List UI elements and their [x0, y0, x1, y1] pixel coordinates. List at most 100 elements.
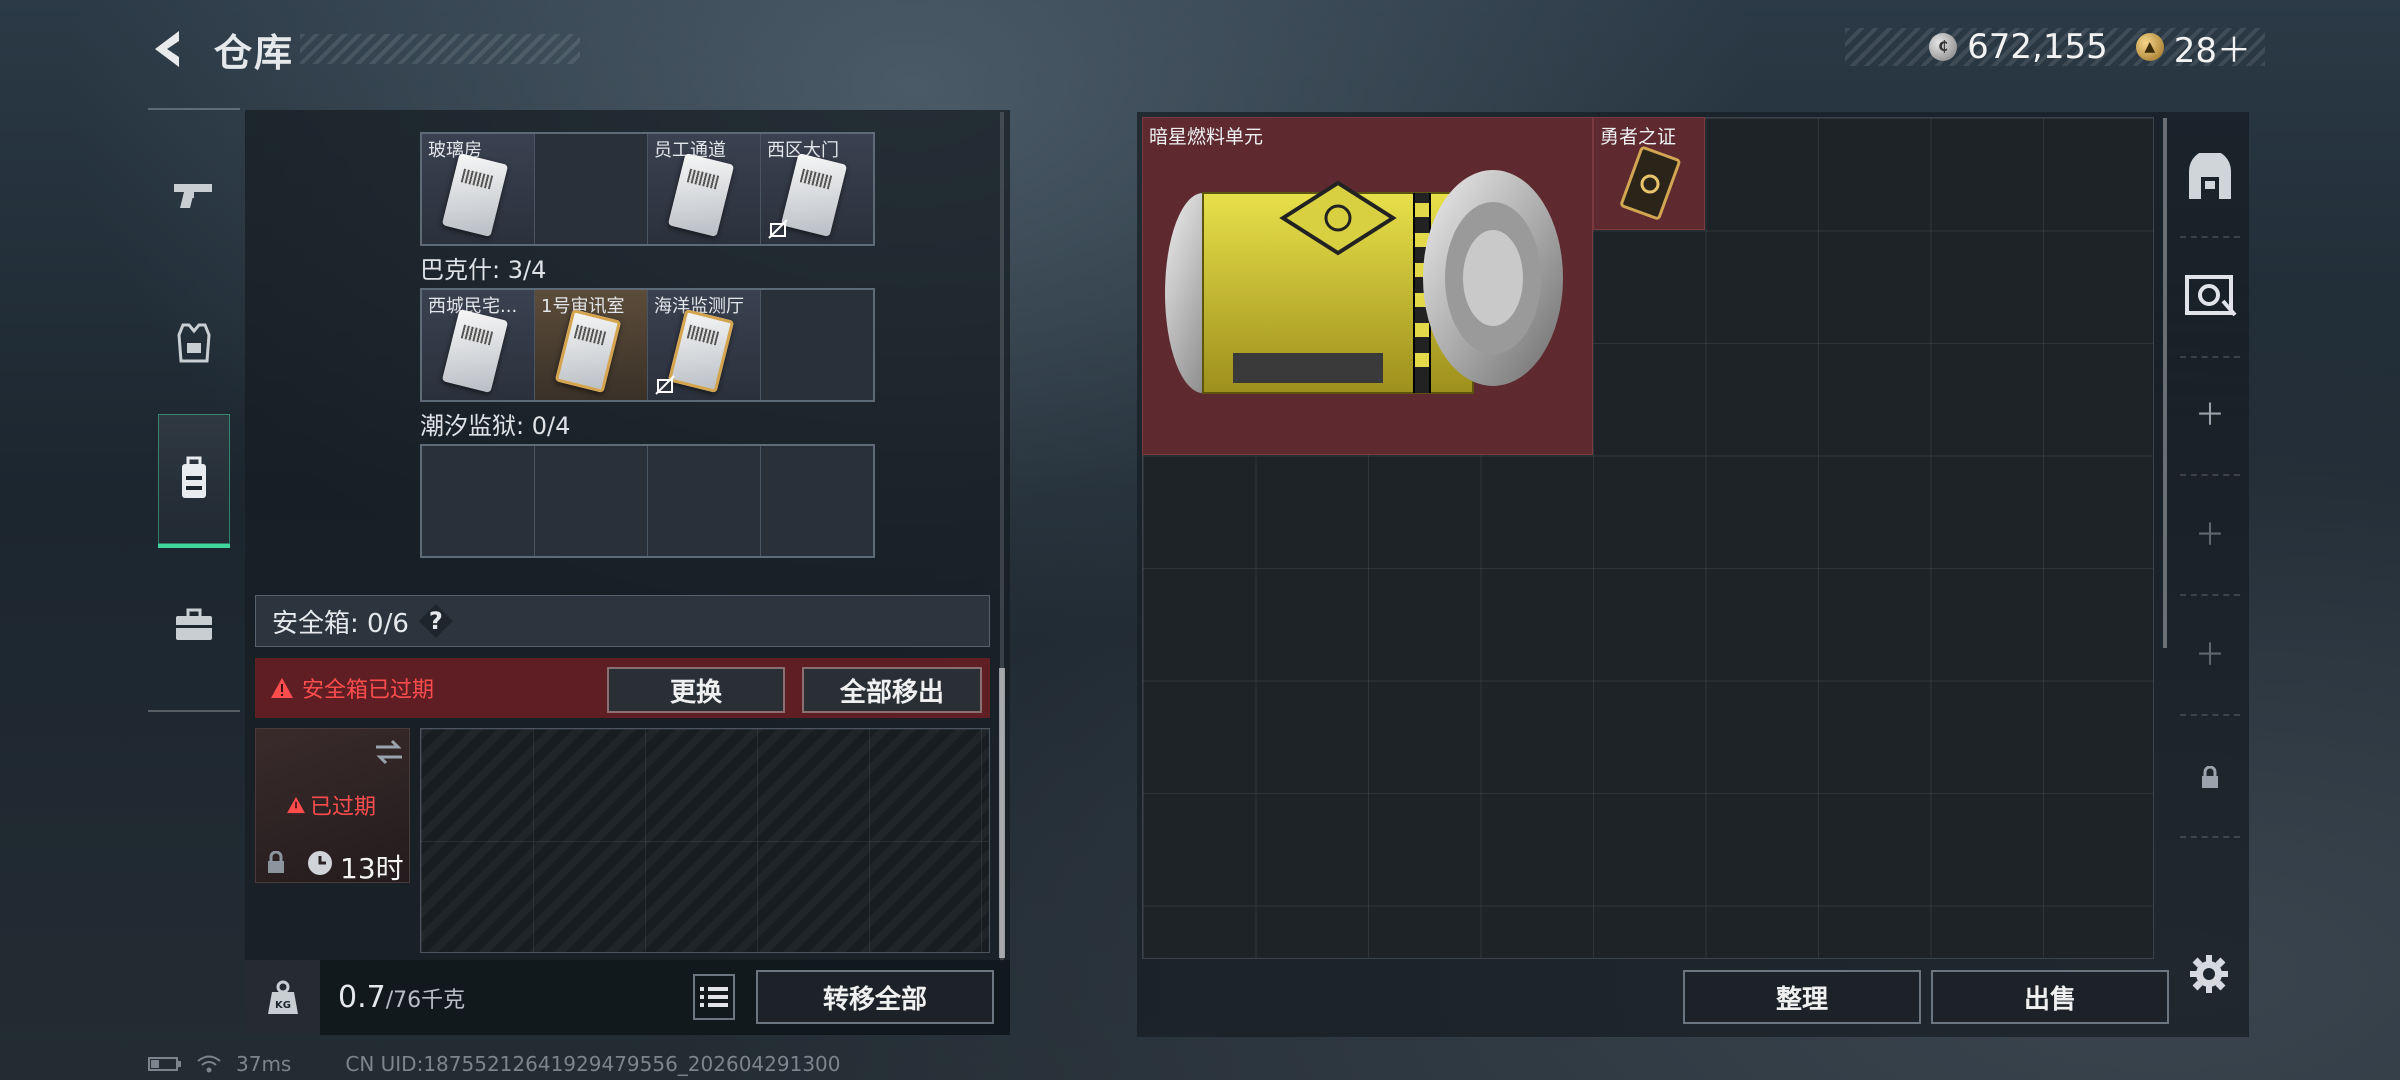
- key-group-3: [420, 444, 875, 558]
- add-tab-button[interactable]: ＋: [2178, 362, 2242, 462]
- sort-button[interactable]: 整理: [1683, 970, 1921, 1024]
- vault-icon: [2189, 153, 2231, 199]
- swap-icon: [376, 739, 402, 765]
- rail-separator: [2180, 356, 2240, 358]
- badge-card-icon: [1620, 146, 1681, 220]
- item-name: 勇者之证: [1600, 126, 1677, 148]
- broken-durability-icon: [655, 375, 675, 395]
- page-title: 仓库: [214, 31, 295, 75]
- key-slot-empty[interactable]: [761, 446, 873, 556]
- tab-armor[interactable]: [158, 278, 230, 408]
- key-slot-empty[interactable]: [422, 446, 535, 556]
- key-slot[interactable]: 西区大门: [761, 134, 873, 244]
- gold-coin-icon: ▲: [2135, 33, 2164, 61]
- rail-separator: [2180, 836, 2240, 838]
- stash-item[interactable]: 勇者之证: [1593, 117, 1705, 230]
- vest-icon: [177, 323, 211, 363]
- key-group-label: 潮汐监狱: 0/4: [420, 412, 571, 440]
- status-bar: 37ms CN UID:18755212641929479556_2026042…: [148, 1052, 841, 1076]
- backpack-icon: [182, 456, 206, 498]
- safe-icon: [2185, 275, 2237, 317]
- back-arrow-icon: [155, 31, 179, 67]
- svg-text:KG: KG: [275, 1000, 291, 1011]
- stash-tabs: ＋ ＋ ＋: [2170, 112, 2249, 1037]
- key-grid: 玻璃房 员工通道 西区大门: [420, 132, 875, 246]
- rail-separator: [2180, 474, 2240, 476]
- sell-button[interactable]: 出售: [1931, 970, 2169, 1024]
- category-tabs: [148, 108, 240, 712]
- left-scrollbar-thumb[interactable]: [999, 668, 1005, 958]
- key-slot-empty[interactable]: [761, 290, 873, 400]
- key-slot[interactable]: 海洋监测厅: [648, 290, 761, 400]
- clock-icon: [308, 851, 332, 875]
- transfer-all-button[interactable]: 转移全部: [756, 970, 994, 1024]
- safe-box-header: 安全箱: 0/6 ?: [255, 595, 990, 647]
- keycard-icon: [554, 309, 622, 393]
- stash-scrollbar[interactable]: [2163, 118, 2167, 648]
- tab-stash-main[interactable]: [2178, 128, 2242, 228]
- lock-icon: [268, 851, 284, 873]
- weight-icon: KG: [267, 980, 298, 1014]
- key-group-1: 玻璃房 员工通道 西区大门: [420, 132, 875, 246]
- key-grid: 西城民宅... 1号审讯室 海洋监测厅: [420, 288, 875, 402]
- safe-status-text: 已过期: [310, 795, 377, 820]
- gold-balance[interactable]: 28＋: [2174, 23, 2251, 72]
- keycard-icon: [441, 309, 509, 393]
- plus-icon: ＋: [2195, 398, 2225, 433]
- key-slot-empty[interactable]: [535, 134, 648, 244]
- title-decoration: [300, 34, 580, 64]
- key-slot[interactable]: 玻璃房: [422, 134, 535, 244]
- expired-notice-text: 安全箱已过期: [302, 678, 435, 703]
- weight-indicator: KG: [245, 960, 320, 1035]
- gear-icon: [2190, 955, 2228, 993]
- key-slot[interactable]: 西城民宅...: [422, 290, 535, 400]
- uid-text: CN UID:18755212641929479556_202604291300: [345, 1052, 841, 1076]
- tab-stash-secondary[interactable]: [2178, 244, 2242, 344]
- plus-icon: ＋: [2195, 518, 2225, 553]
- help-button[interactable]: ?: [418, 604, 453, 638]
- safe-timer: 13时: [340, 852, 404, 885]
- stash-item[interactable]: 暗星燃料单元: [1142, 117, 1593, 455]
- ping-text: 37ms: [236, 1052, 292, 1076]
- keycard-icon: [667, 309, 735, 393]
- key-slot-empty[interactable]: [535, 446, 648, 556]
- keycard-icon: [667, 153, 735, 237]
- list-view-button[interactable]: [693, 974, 735, 1020]
- lock-icon: [2202, 766, 2218, 788]
- key-group-label: 巴克什: 3/4: [420, 256, 547, 284]
- safe-box-title: 安全箱: 0/6: [272, 608, 409, 639]
- keycard-icon: [780, 153, 848, 237]
- tab-backpack[interactable]: [158, 414, 230, 548]
- key-slot[interactable]: 1号审讯室: [535, 290, 648, 400]
- add-tab-button[interactable]: ＋: [2178, 482, 2242, 582]
- weight-current: 0.7: [338, 980, 386, 1015]
- warning-icon: [271, 678, 293, 698]
- list-icon: [700, 987, 728, 1007]
- add-tab-button[interactable]: ＋: [2178, 602, 2242, 702]
- broken-durability-icon: [768, 219, 788, 239]
- battery-icon: [148, 1057, 181, 1071]
- back-button[interactable]: [148, 26, 190, 72]
- silver-coin-icon: ₵: [1929, 33, 1958, 61]
- currency-bar: ₵ 672,155 ▲ 28＋: [1845, 27, 2265, 71]
- rail-separator: [2180, 714, 2240, 716]
- safe-status: 已过期: [286, 789, 376, 821]
- expired-notice: 安全箱已过期: [270, 672, 434, 704]
- grid-lines: [421, 729, 989, 952]
- settings-button[interactable]: [2185, 950, 2233, 998]
- tab-case[interactable]: [158, 560, 230, 690]
- key-grid: [420, 444, 875, 558]
- tab-weapons[interactable]: [158, 130, 230, 260]
- plus-icon: ＋: [2195, 638, 2225, 673]
- safe-box-grid[interactable]: [420, 728, 990, 953]
- replace-button[interactable]: 更换: [607, 667, 785, 713]
- key-slot[interactable]: 员工通道: [648, 134, 761, 244]
- locked-tab[interactable]: [2178, 728, 2242, 828]
- weight-max: /76千克: [385, 988, 466, 1013]
- remove-all-button[interactable]: 全部移出: [802, 667, 982, 713]
- fuel-cell-icon: [1165, 170, 1563, 394]
- wifi-icon: [197, 1055, 221, 1073]
- warning-icon: [287, 796, 305, 814]
- safe-box-slot[interactable]: 已过期 13时: [255, 728, 410, 885]
- key-slot-empty[interactable]: [648, 446, 761, 556]
